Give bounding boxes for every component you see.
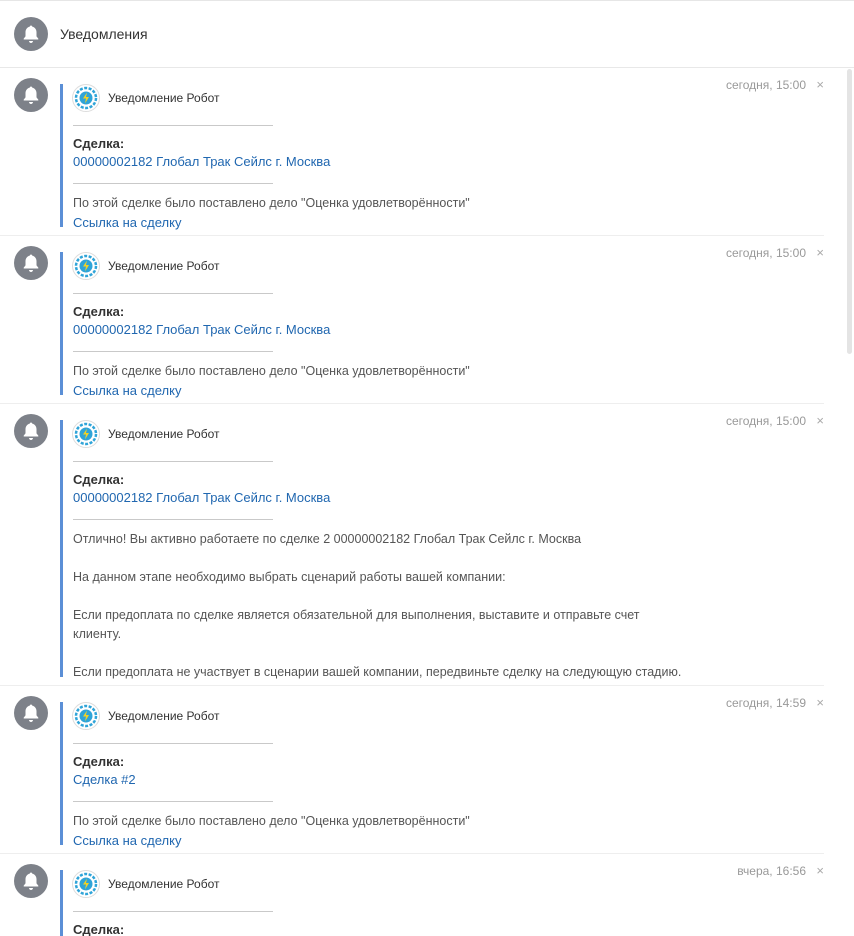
notification-paragraph: Если предоплата по сделке является обяза…	[73, 608, 640, 641]
robot-avatar-icon	[72, 84, 100, 112]
deal-url-link[interactable]: Ссылка на сделку	[73, 381, 824, 400]
notification-text: По этой сделке было поставлено дело "Оце…	[73, 364, 470, 378]
deal-label: Сделка:	[73, 472, 125, 487]
author-name: Уведомление Робот	[108, 427, 220, 441]
author: Уведомление Робот	[72, 82, 824, 114]
notification-paragraph: Отлично! Вы активно работаете по сделке …	[73, 532, 582, 546]
divider	[73, 519, 273, 520]
robot-avatar-icon	[72, 252, 100, 280]
deal-url-link[interactable]: Ссылка на сделку	[73, 831, 824, 850]
notifications-header: Уведомления	[0, 1, 854, 68]
author: Уведомление Робот	[72, 868, 824, 900]
author-name: Уведомление Робот	[108, 91, 220, 105]
divider	[73, 351, 273, 352]
accent-bar	[60, 702, 63, 845]
timestamp: сегодня, 14:59	[725, 696, 806, 710]
close-icon[interactable]: ×	[816, 695, 824, 710]
notification-text: По этой сделке было поставлено дело "Оце…	[73, 196, 470, 210]
timestamp: сегодня, 15:00	[725, 246, 806, 260]
bell-icon	[14, 864, 48, 898]
bell-icon	[14, 696, 48, 730]
notification-paragraph: На данном этапе необходимо выбрать сцена…	[73, 570, 506, 584]
accent-bar	[60, 252, 63, 395]
notification-item[interactable]: сегодня, 14:59 × Уведомление Робот Сделк…	[0, 686, 824, 854]
divider	[73, 461, 273, 462]
timestamp: сегодня, 15:00	[725, 78, 806, 92]
page-title: Уведомления	[60, 26, 148, 42]
deal-label: Сделка:	[73, 922, 125, 936]
deal-label: Сделка:	[73, 754, 125, 769]
author: Уведомление Робот	[72, 250, 824, 282]
bell-icon	[14, 17, 48, 51]
notification-item[interactable]: вчера, 16:56 × Уведомление Робот Сделка:	[0, 854, 824, 936]
close-icon[interactable]: ×	[816, 245, 824, 260]
author: Уведомление Робот	[72, 418, 824, 450]
notification-item[interactable]: сегодня, 15:00 × Уведомление Робот Сделк…	[0, 68, 824, 236]
deal-label: Сделка:	[73, 136, 125, 151]
deal-link[interactable]: 00000002182 Глобал Трак Сейлс г. Москва	[73, 320, 824, 340]
robot-avatar-icon	[72, 870, 100, 898]
deal-link[interactable]: Сделка #2	[73, 770, 824, 790]
bell-icon	[14, 78, 48, 112]
divider	[73, 911, 273, 912]
accent-bar	[60, 870, 63, 936]
author: Уведомление Робот	[72, 700, 824, 732]
scrollbar[interactable]	[847, 69, 852, 354]
accent-bar	[60, 420, 63, 677]
author-name: Уведомление Робот	[108, 877, 220, 891]
robot-avatar-icon	[72, 420, 100, 448]
divider	[73, 183, 273, 184]
robot-avatar-icon	[72, 702, 100, 730]
notification-item[interactable]: сегодня, 15:00 × Уведомление Робот Сделк…	[0, 404, 824, 686]
close-icon[interactable]: ×	[816, 77, 824, 92]
close-icon[interactable]: ×	[816, 413, 824, 428]
divider	[73, 801, 273, 802]
timestamp: вчера, 16:56	[737, 864, 806, 878]
divider	[73, 293, 273, 294]
notifications-panel: Уведомления сегодня, 15:00 × Уведомление…	[0, 0, 854, 936]
divider	[73, 743, 273, 744]
bell-icon	[14, 414, 48, 448]
author-name: Уведомление Робот	[108, 259, 220, 273]
author-name: Уведомление Робот	[108, 709, 220, 723]
notification-list[interactable]: сегодня, 15:00 × Уведомление Робот Сделк…	[0, 68, 854, 936]
timestamp: сегодня, 15:00	[725, 414, 806, 428]
deal-label: Сделка:	[73, 304, 125, 319]
bell-icon	[14, 246, 48, 280]
notification-paragraph: Если предоплата не участвует в сценарии …	[73, 665, 682, 679]
accent-bar	[60, 84, 63, 227]
close-icon[interactable]: ×	[816, 863, 824, 878]
notification-text: По этой сделке было поставлено дело "Оце…	[73, 814, 470, 828]
divider	[73, 125, 273, 126]
notification-item[interactable]: сегодня, 15:00 × Уведомление Робот Сделк…	[0, 236, 824, 404]
deal-url-link[interactable]: Ссылка на сделку	[73, 213, 824, 232]
deal-link[interactable]: 00000002182 Глобал Трак Сейлс г. Москва	[73, 152, 824, 172]
deal-link[interactable]: 00000002182 Глобал Трак Сейлс г. Москва	[73, 488, 824, 508]
